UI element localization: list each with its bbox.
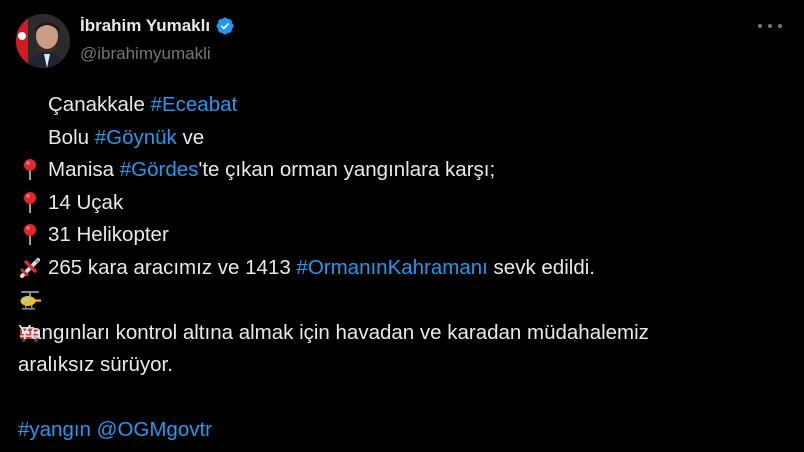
tweet-line: 14 Uçak (18, 187, 784, 278)
mention-link[interactable]: @OGMgovtr (97, 414, 212, 447)
round-pushpin-icon (18, 93, 42, 181)
round-pushpin-icon (18, 158, 42, 246)
tweet-line: aralıksız sürüyor. (18, 353, 173, 376)
airplane-icon (18, 191, 42, 278)
author-name-row: İbrahim Yumaklı (80, 16, 235, 36)
tweet-line: Yangınları kontrol altına almak için hav… (18, 320, 649, 344)
helicopter-icon (18, 223, 42, 310)
hashtag-link[interactable]: #OrmanınKahramanı (296, 252, 487, 285)
author-display-name[interactable]: İbrahim Yumaklı (80, 16, 210, 36)
round-pushpin-icon (18, 126, 42, 213)
tweet-text: Çanakkale #Eceabat Bolu #Göynük ve Manis… (18, 89, 784, 447)
author-handle[interactable]: @ibrahimyumakli (80, 44, 211, 64)
tweet-line: #yangın @OGMgovtr (18, 414, 784, 447)
tweet-line: Çanakkale #Eceabat (18, 89, 784, 181)
avatar[interactable] (16, 14, 70, 68)
tweet-line: 31 Helikopter (18, 219, 784, 310)
verified-badge-icon[interactable] (215, 16, 235, 36)
tweet-line: 265 kara aracımız ve 1413 #OrmanınKahram… (18, 252, 784, 342)
more-options-icon[interactable] (758, 20, 782, 32)
tweet-line: Bolu #Göynük ve (18, 122, 784, 213)
hashtag-link[interactable]: #Göynük (95, 122, 177, 155)
fire-engine-icon (18, 256, 42, 342)
hashtag-link[interactable]: #Gördes (120, 154, 199, 187)
tweet: İbrahim Yumaklı @ibrahimyumakli Çanakkal… (0, 0, 804, 452)
tweet-line: Manisa #Gördes'te çıkan orman yangınlara… (18, 154, 784, 246)
hashtag-link[interactable]: #Eceabat (151, 89, 238, 122)
hashtag-link[interactable]: #yangın (18, 414, 91, 447)
